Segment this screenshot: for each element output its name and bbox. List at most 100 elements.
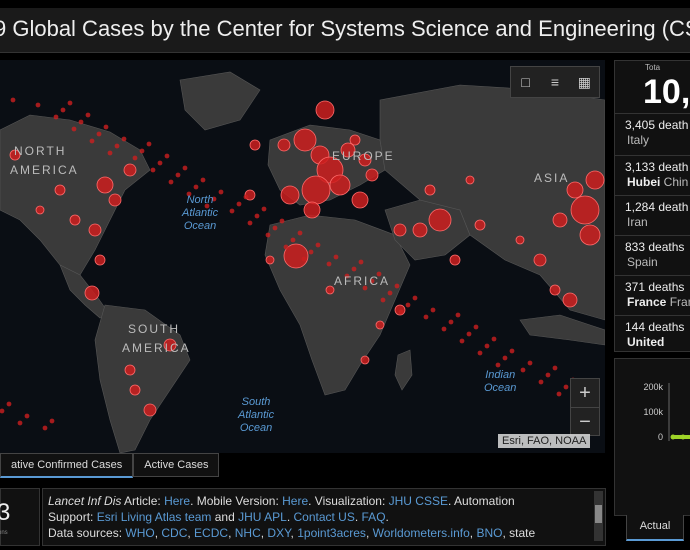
case-marker[interactable] xyxy=(96,131,102,137)
case-marker[interactable] xyxy=(465,175,475,185)
case-marker[interactable] xyxy=(200,177,206,183)
case-marker[interactable] xyxy=(103,124,109,130)
case-marker[interactable] xyxy=(69,214,81,226)
case-marker[interactable] xyxy=(247,220,253,226)
case-marker[interactable] xyxy=(60,107,66,113)
case-marker[interactable] xyxy=(527,360,533,366)
case-marker[interactable] xyxy=(538,379,544,385)
case-marker[interactable] xyxy=(301,175,331,205)
tab-cumulative-confirmed-cases[interactable]: ative Confirmed Cases xyxy=(0,453,134,478)
case-marker[interactable] xyxy=(449,254,461,266)
death-row[interactable]: 3,405 death Italy xyxy=(615,113,690,154)
esri-team-link[interactable]: Esri Living Atlas team xyxy=(97,510,212,524)
case-marker[interactable] xyxy=(139,148,145,154)
source-link[interactable]: Worldometers.info xyxy=(373,526,470,540)
case-marker[interactable] xyxy=(175,172,181,178)
case-marker[interactable] xyxy=(466,331,472,337)
source-link[interactable]: 1point3acres xyxy=(297,526,366,540)
case-marker[interactable] xyxy=(520,367,526,373)
case-marker[interactable] xyxy=(563,384,569,390)
tab-actual[interactable]: Actual xyxy=(626,515,684,541)
case-marker[interactable] xyxy=(448,319,454,325)
case-marker[interactable] xyxy=(333,254,339,260)
case-marker[interactable] xyxy=(545,372,551,378)
death-row[interactable]: 371 deathsFrance Fran xyxy=(615,275,690,316)
case-marker[interactable] xyxy=(380,297,386,303)
case-marker[interactable] xyxy=(315,242,321,248)
source-link[interactable]: WHO xyxy=(125,526,154,540)
case-marker[interactable] xyxy=(146,141,152,147)
case-marker[interactable] xyxy=(71,126,77,132)
case-marker[interactable] xyxy=(398,309,404,315)
case-marker[interactable] xyxy=(393,223,407,237)
case-marker[interactable] xyxy=(272,225,278,231)
case-marker[interactable] xyxy=(88,223,102,237)
case-marker[interactable] xyxy=(124,364,136,376)
case-marker[interactable] xyxy=(24,413,30,419)
case-marker[interactable] xyxy=(349,134,361,146)
case-marker[interactable] xyxy=(293,128,317,152)
source-link[interactable]: BNO xyxy=(476,526,502,540)
zoom-out-button[interactable]: − xyxy=(571,407,599,436)
case-marker[interactable] xyxy=(229,208,235,214)
case-marker[interactable] xyxy=(84,285,100,301)
case-marker[interactable] xyxy=(108,193,122,207)
case-marker[interactable] xyxy=(474,219,486,231)
case-marker[interactable] xyxy=(157,160,163,166)
case-marker[interactable] xyxy=(303,201,321,219)
case-marker[interactable] xyxy=(67,100,73,106)
case-marker[interactable] xyxy=(455,312,461,318)
footer-scrollbar[interactable] xyxy=(594,491,603,541)
case-marker[interactable] xyxy=(549,284,561,296)
case-marker[interactable] xyxy=(261,206,267,212)
case-marker[interactable] xyxy=(164,153,170,159)
case-marker[interactable] xyxy=(265,255,275,265)
case-marker[interactable] xyxy=(428,208,452,232)
case-marker[interactable] xyxy=(358,259,364,265)
case-marker[interactable] xyxy=(430,307,436,313)
death-row[interactable]: 1,284 death Iran xyxy=(615,195,690,236)
case-marker[interactable] xyxy=(329,174,351,196)
case-marker[interactable] xyxy=(326,261,332,267)
case-marker[interactable] xyxy=(89,138,95,144)
case-marker[interactable] xyxy=(114,143,120,149)
case-marker[interactable] xyxy=(290,237,296,243)
case-marker[interactable] xyxy=(254,213,260,219)
case-marker[interactable] xyxy=(168,179,174,185)
case-marker[interactable] xyxy=(308,249,314,255)
case-marker[interactable] xyxy=(279,218,285,224)
case-marker[interactable] xyxy=(491,336,497,342)
case-marker[interactable] xyxy=(121,136,127,142)
source-link[interactable]: CDC xyxy=(161,526,187,540)
case-marker[interactable] xyxy=(515,235,525,245)
case-marker[interactable] xyxy=(570,195,600,225)
case-marker[interactable] xyxy=(265,232,271,238)
case-marker[interactable] xyxy=(552,365,558,371)
case-marker[interactable] xyxy=(585,170,605,190)
case-marker[interactable] xyxy=(132,155,138,161)
case-marker[interactable] xyxy=(556,391,562,397)
case-marker[interactable] xyxy=(129,384,141,396)
jhu-csse-link[interactable]: JHU CSSE xyxy=(389,494,448,508)
case-marker[interactable] xyxy=(405,302,411,308)
case-marker[interactable] xyxy=(236,201,242,207)
zoom-in-button[interactable]: + xyxy=(571,379,599,407)
case-marker[interactable] xyxy=(54,184,66,196)
case-marker[interactable] xyxy=(566,181,584,199)
case-marker[interactable] xyxy=(579,224,601,246)
source-link[interactable]: NHC xyxy=(235,526,261,540)
death-row[interactable]: 144 deaths United xyxy=(615,315,690,351)
case-marker[interactable] xyxy=(412,222,428,238)
grid-icon[interactable]: ▦ xyxy=(570,67,599,97)
list-icon[interactable]: ≡ xyxy=(540,67,569,97)
case-marker[interactable] xyxy=(53,114,59,120)
case-marker[interactable] xyxy=(423,314,429,320)
case-marker[interactable] xyxy=(280,185,300,205)
death-row[interactable]: 833 deaths Spain xyxy=(615,235,690,276)
source-link[interactable]: ECDC xyxy=(194,526,228,540)
contact-link[interactable]: Contact US xyxy=(293,510,354,524)
case-marker[interactable] xyxy=(325,285,335,295)
case-marker[interactable] xyxy=(10,97,16,103)
case-marker[interactable] xyxy=(218,189,224,195)
case-marker[interactable] xyxy=(49,418,55,424)
